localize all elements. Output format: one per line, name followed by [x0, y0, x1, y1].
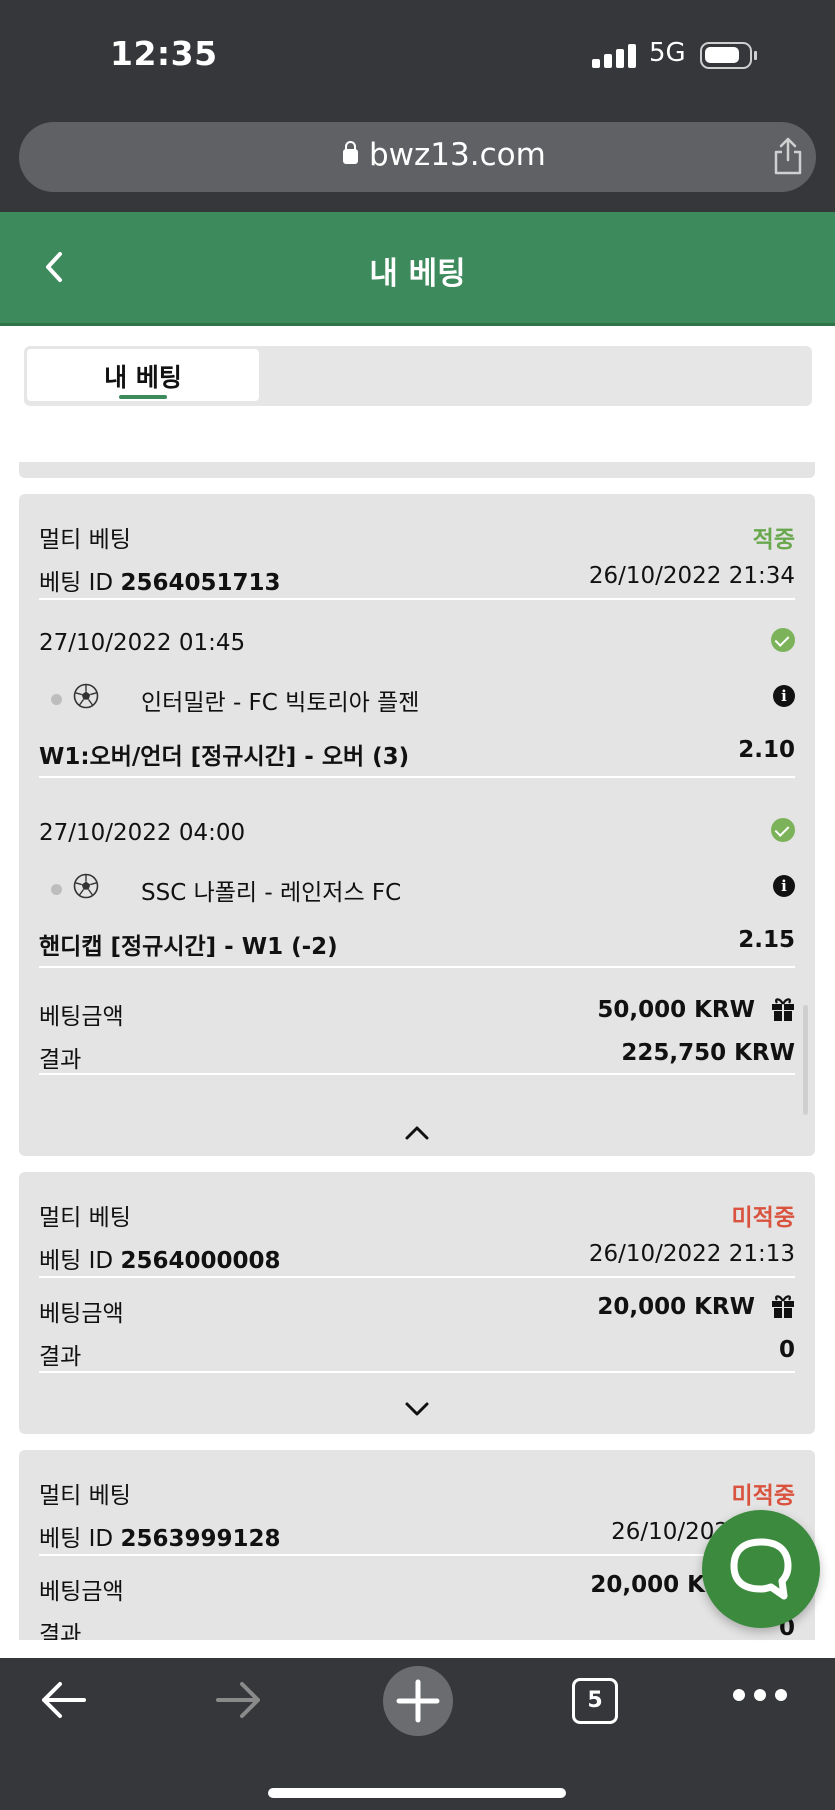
stake-label: 베팅금액 [39, 1004, 124, 1030]
soccer-ball-icon [73, 683, 99, 709]
odds: 2.10 [738, 737, 795, 763]
check-circle-icon [771, 818, 795, 842]
bet-datetime: 26/10/2022 21:34 [588, 563, 795, 589]
back-arrow-icon[interactable] [38, 1678, 88, 1722]
more-icon[interactable] [732, 1688, 788, 1702]
event-name: 인터밀란 - FC 빅토리아 플젠 [141, 690, 420, 716]
stake-label: 베팅금액 [39, 1579, 124, 1605]
share-icon[interactable] [771, 136, 805, 176]
status-badge: 미적중 [731, 1483, 795, 1509]
tab-label: 내 베팅 [104, 363, 182, 392]
selection-datetime: 27/10/2022 01:45 [39, 630, 246, 656]
clock: 12:35 [110, 34, 218, 73]
battery-icon [700, 42, 757, 69]
bet-id-label: 베팅 ID [39, 1248, 114, 1274]
bet-card: 멀티 베팅 미적중 베팅 ID 2564000008 26/10/2022 21… [19, 1172, 815, 1434]
info-icon[interactable]: i [773, 875, 795, 897]
chat-bubble-icon [730, 1538, 792, 1600]
divider [39, 776, 795, 778]
tab-bar: 내 베팅 [24, 346, 812, 406]
stake-amount: 20,000 K [590, 1572, 705, 1598]
bet-id: 2564051713 [120, 570, 281, 596]
plus-icon [396, 1679, 440, 1723]
chevron-down-icon[interactable] [403, 1400, 431, 1418]
bet-id-label: 베팅 ID [39, 570, 114, 596]
status-bar: 12:35 5G bwz13.com [0, 0, 835, 212]
bet-card: 멀티 베팅 미적중 베팅 ID 2563999128 26/10/202 베팅금… [19, 1450, 815, 1640]
tab-active-indicator [119, 395, 167, 399]
home-indicator [268, 1788, 566, 1798]
odds: 2.15 [738, 927, 795, 953]
bet-type: 멀티 베팅 [39, 1205, 131, 1231]
tabs-icon[interactable]: 5 [572, 1678, 618, 1724]
divider [39, 1554, 795, 1556]
bet-type: 멀티 베팅 [39, 527, 131, 553]
url-text: bwz13.com [369, 137, 546, 173]
result-amount: 0 [778, 1337, 795, 1363]
network-label: 5G [649, 38, 686, 68]
forward-arrow-icon[interactable] [214, 1678, 264, 1722]
divider [39, 598, 795, 600]
scrollbar[interactable] [803, 1005, 808, 1115]
tab-my-bets[interactable]: 내 베팅 [27, 349, 259, 401]
bet-id-label: 베팅 ID [39, 1526, 114, 1552]
bet-id: 2563999128 [120, 1526, 281, 1552]
divider [39, 966, 795, 968]
signal-icon [592, 44, 636, 68]
app-header: 내 베팅 [0, 212, 835, 326]
status-dot [51, 694, 62, 705]
market-name: W1:오버/언더 [정규시간] - 오버 (3) [39, 744, 410, 770]
previous-card-edge [19, 462, 815, 478]
new-tab-button[interactable] [383, 1666, 453, 1736]
market-name: 핸디캡 [정규시간] - W1 (-2) [39, 934, 338, 960]
stake-label: 베팅금액 [39, 1301, 124, 1327]
address-bar[interactable]: bwz13.com [19, 122, 816, 192]
bet-card: 멀티 베팅 적중 베팅 ID 2564051713 26/10/2022 21:… [19, 494, 815, 1156]
status-badge: 적중 [752, 527, 795, 553]
stake-amount: 50,000 KRW [597, 997, 755, 1023]
divider [39, 1371, 795, 1373]
stake-amount: 20,000 KRW [597, 1294, 755, 1320]
result-label: 결과 [39, 1344, 82, 1370]
chat-button[interactable] [702, 1510, 820, 1628]
browser-toolbar: 5 [0, 1658, 835, 1810]
gift-icon [772, 998, 794, 1021]
bet-type: 멀티 베팅 [39, 1483, 131, 1509]
chevron-up-icon[interactable] [403, 1124, 431, 1142]
result-label: 결과 [39, 1047, 82, 1073]
status-dot [51, 884, 62, 895]
stake-row: 베팅금액 20,000 K [39, 1572, 795, 1605]
selection-event-row: SSC 나폴리 - 레인저스 FC i [39, 873, 795, 906]
selection-datetime: 27/10/2022 04:00 [39, 820, 246, 846]
stake-row: 베팅금액 50,000 KRW [39, 997, 795, 1030]
selection-event-row: 인터밀란 - FC 빅토리아 플젠 i [39, 683, 795, 716]
result-label: 결과 [39, 1622, 82, 1640]
divider [39, 1073, 795, 1075]
check-circle-icon [771, 628, 795, 652]
event-name: SSC 나폴리 - 레인저스 FC [141, 880, 402, 906]
status-badge: 미적중 [731, 1205, 795, 1231]
bet-id: 2564000008 [120, 1248, 281, 1274]
soccer-ball-icon [73, 873, 99, 899]
page-title: 내 베팅 [369, 256, 466, 292]
bet-datetime: 26/10/2022 21:13 [588, 1241, 795, 1267]
divider [39, 1276, 795, 1278]
gift-icon [772, 1295, 794, 1318]
info-icon[interactable]: i [773, 685, 795, 707]
result-amount: 225,750 KRW [621, 1040, 795, 1066]
lock-icon [343, 141, 358, 164]
stake-row: 베팅금액 20,000 KRW [39, 1294, 795, 1327]
